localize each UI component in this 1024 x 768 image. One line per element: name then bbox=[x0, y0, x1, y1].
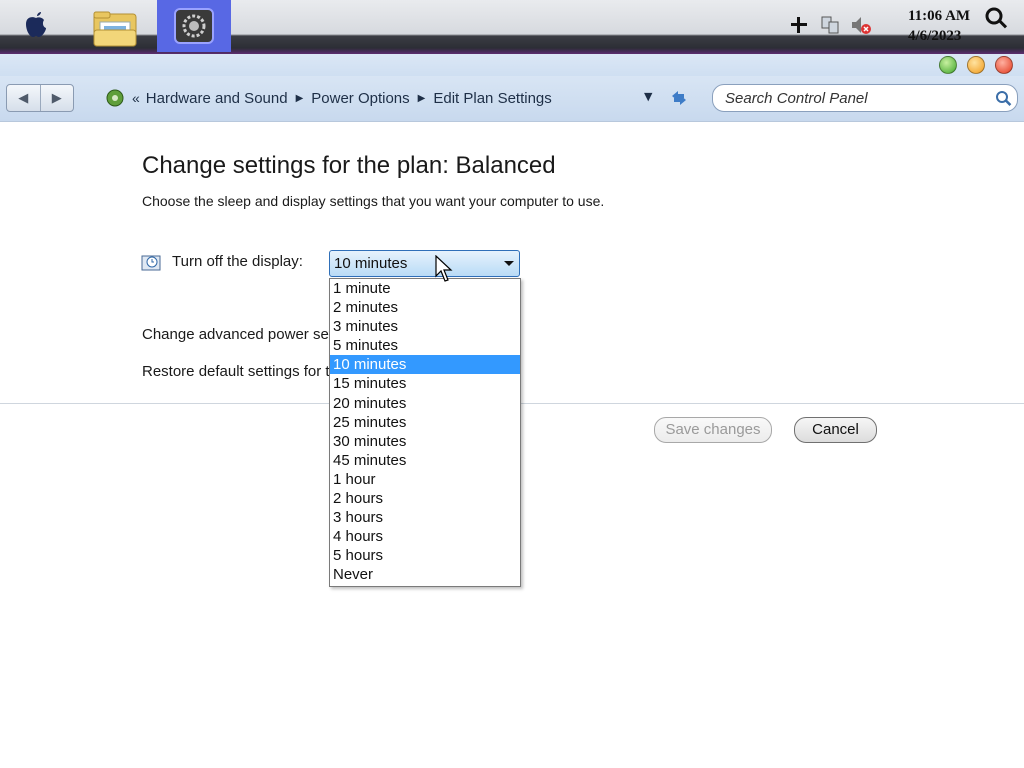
dropdown-option[interactable]: 15 minutes bbox=[330, 374, 520, 393]
nav-buttons: ◀ ▶ bbox=[6, 84, 74, 112]
dropdown-option[interactable]: 5 minutes bbox=[330, 336, 520, 355]
close-button[interactable] bbox=[995, 56, 1013, 74]
crumb-edit-plan-settings[interactable]: Edit Plan Settings bbox=[433, 90, 551, 107]
settings-dock-item[interactable] bbox=[157, 0, 231, 52]
dropdown-option[interactable]: 10 minutes bbox=[330, 355, 520, 375]
breadcrumb: « Hardware and Sound ▶ Power Options ▶ E… bbox=[104, 86, 552, 110]
dropdown-option[interactable]: 30 minutes bbox=[330, 432, 520, 451]
forward-button[interactable]: ▶ bbox=[39, 85, 74, 111]
minimize-button[interactable] bbox=[939, 56, 957, 74]
crumb-separator-icon[interactable]: ▶ bbox=[296, 93, 304, 104]
clock-date: 4/6/2023 bbox=[908, 28, 962, 44]
apple-icon[interactable] bbox=[22, 9, 50, 39]
refresh-icon[interactable] bbox=[668, 88, 690, 108]
search-box bbox=[712, 84, 1018, 112]
crumb-separator-icon[interactable]: ▶ bbox=[418, 93, 426, 104]
dropdown-option[interactable]: 1 minute bbox=[330, 279, 520, 298]
plus-icon[interactable] bbox=[788, 14, 810, 36]
dropdown-option[interactable]: 20 minutes bbox=[330, 394, 520, 413]
crumb-power-options[interactable]: Power Options bbox=[311, 90, 409, 107]
search-icon[interactable] bbox=[984, 6, 1008, 30]
page-title: Change settings for the plan: Balanced bbox=[142, 152, 556, 179]
window-titlebar bbox=[0, 54, 1024, 76]
search-icon[interactable] bbox=[993, 89, 1013, 109]
dropdown-option[interactable]: 1 hour bbox=[330, 470, 520, 489]
network-icon[interactable] bbox=[818, 14, 840, 36]
maximize-button[interactable] bbox=[967, 56, 985, 74]
address-history-dropdown[interactable]: ▼ bbox=[644, 90, 652, 103]
back-button[interactable]: ◀ bbox=[7, 85, 40, 111]
display-timeout-options-list: 1 minute 2 minutes 3 minutes 5 minutes 10 mi… bbox=[329, 278, 521, 587]
turn-off-display-label: Turn off the display: bbox=[172, 253, 303, 270]
restore-default-settings-link[interactable]: Restore default settings for this plan bbox=[142, 363, 329, 380]
dropdown-option[interactable]: Never bbox=[330, 565, 520, 584]
dropdown-option[interactable]: 5 hours bbox=[330, 546, 520, 565]
chevron-down-icon bbox=[504, 261, 514, 266]
taskbar: 11:06 AM 4/6/2023 bbox=[0, 0, 1024, 54]
dropdown-option[interactable]: 25 minutes bbox=[330, 413, 520, 432]
save-changes-button[interactable]: Save changes bbox=[654, 417, 772, 443]
select-value: 10 minutes bbox=[334, 255, 408, 272]
dropdown-option[interactable]: 3 hours bbox=[330, 508, 520, 527]
display-clock-icon bbox=[141, 255, 161, 271]
system-clock[interactable]: 11:06 AM 4/6/2023 bbox=[908, 6, 970, 46]
clock-time: 11:06 AM bbox=[908, 8, 971, 24]
volume-muted-icon[interactable] bbox=[850, 14, 872, 36]
cancel-button[interactable]: Cancel bbox=[794, 417, 877, 443]
crumb-overflow-icon[interactable]: « bbox=[132, 90, 140, 106]
crumb-hardware-and-sound[interactable]: Hardware and Sound bbox=[146, 90, 288, 107]
dropdown-option[interactable]: 3 minutes bbox=[330, 317, 520, 336]
dropdown-option[interactable]: 45 minutes bbox=[330, 451, 520, 470]
dropdown-option[interactable]: 4 hours bbox=[330, 527, 520, 546]
control-panel-icon[interactable] bbox=[104, 87, 126, 109]
page-description: Choose the sleep and display settings th… bbox=[142, 193, 605, 209]
settings-icon bbox=[174, 8, 214, 44]
folder-icon[interactable] bbox=[92, 8, 138, 48]
dropdown-option[interactable]: 2 minutes bbox=[330, 298, 520, 317]
change-advanced-power-settings-link[interactable]: Change advanced power settings bbox=[142, 326, 329, 343]
search-input[interactable] bbox=[725, 85, 995, 111]
turn-off-display-select[interactable]: 10 minutes bbox=[329, 250, 520, 277]
mouse-cursor-icon bbox=[435, 255, 453, 282]
dropdown-option[interactable]: 2 hours bbox=[330, 489, 520, 508]
